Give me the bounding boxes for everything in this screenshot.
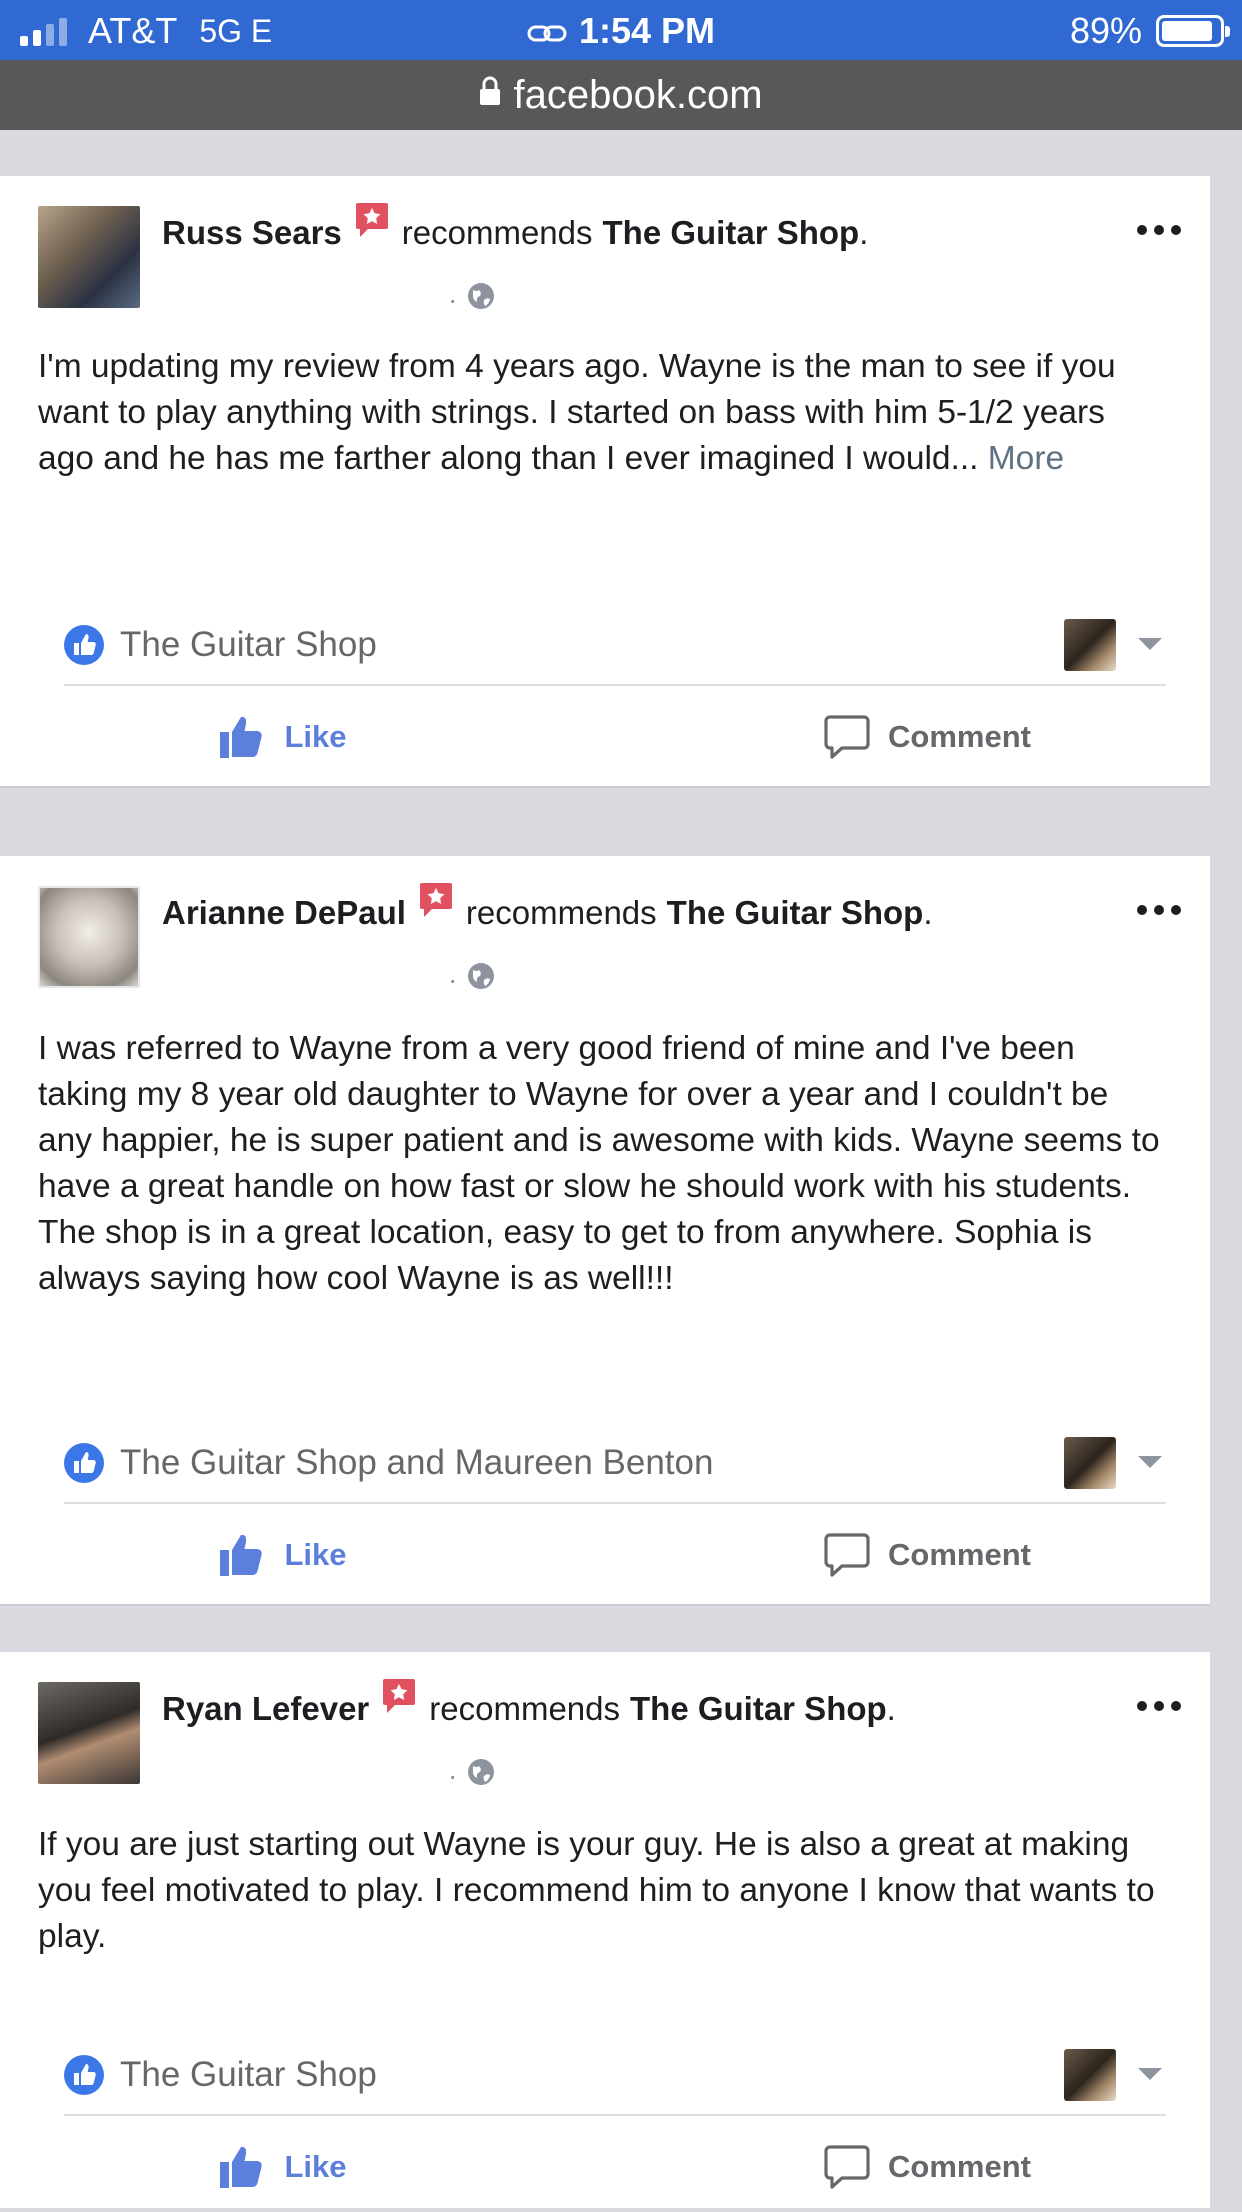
battery-icon bbox=[1156, 15, 1230, 47]
post-header: Ryan Lefever recommends The Guitar Shop. bbox=[162, 1679, 896, 1728]
like-reaction-icon bbox=[64, 2055, 104, 2095]
recommendation-post: Ryan Lefever recommends The Guitar Shop.… bbox=[0, 1652, 1210, 2208]
comment-button[interactable]: Comment bbox=[605, 2122, 1210, 2212]
like-label: Like bbox=[284, 719, 347, 754]
address-bar[interactable]: facebook.com bbox=[0, 60, 1242, 130]
feed-divider bbox=[0, 788, 1242, 856]
more-options-icon[interactable] bbox=[1134, 222, 1184, 238]
post-header: Arianne DePaul recommends The Guitar Sho… bbox=[162, 883, 933, 932]
acting-as-avatar[interactable] bbox=[1064, 619, 1116, 671]
lock-icon bbox=[479, 58, 501, 128]
reactions-bar[interactable]: The Guitar Shop bbox=[64, 606, 1166, 686]
post-audience: · bbox=[448, 282, 495, 317]
post-actions: Like Comment bbox=[0, 2122, 1210, 2212]
avatar[interactable] bbox=[38, 206, 140, 308]
reactions-summary: The Guitar Shop bbox=[120, 625, 377, 664]
avatar[interactable] bbox=[38, 886, 140, 988]
battery-percent: 89% bbox=[1069, 10, 1142, 51]
more-options-icon[interactable] bbox=[1134, 1698, 1184, 1714]
author-name[interactable]: Arianne DePaul bbox=[162, 894, 406, 932]
comment-bubble-icon bbox=[824, 715, 870, 759]
reactions-bar[interactable]: The Guitar Shop and Maureen Benton bbox=[64, 1424, 1166, 1504]
post-header-period: . bbox=[859, 214, 869, 251]
reactions-bar[interactable]: The Guitar Shop bbox=[64, 2036, 1166, 2116]
clock-time: 1:54 PM bbox=[578, 10, 716, 51]
post-body: I'm updating my review from 4 years ago.… bbox=[38, 344, 1164, 482]
comment-button[interactable]: Comment bbox=[605, 1510, 1210, 1600]
chevron-down-icon[interactable] bbox=[1138, 638, 1162, 652]
see-more-link[interactable]: More bbox=[988, 440, 1064, 477]
like-reaction-icon bbox=[64, 625, 104, 665]
thumbs-up-icon bbox=[220, 716, 263, 758]
acting-as-avatar[interactable] bbox=[1064, 2049, 1116, 2101]
post-header-period: . bbox=[923, 894, 933, 931]
comment-bubble-icon bbox=[824, 1533, 870, 1577]
like-label: Like bbox=[284, 2149, 347, 2184]
post-actions: Like Comment bbox=[0, 692, 1210, 782]
author-name[interactable]: Ryan Lefever bbox=[162, 1690, 369, 1728]
post-body: I was referred to Wayne from a very good… bbox=[38, 1026, 1164, 1302]
page-name[interactable]: The Guitar Shop bbox=[603, 214, 860, 252]
page-name[interactable]: The Guitar Shop bbox=[630, 1690, 887, 1728]
post-text: If you are just starting out Wayne is yo… bbox=[38, 1826, 1155, 1955]
thumbs-up-icon bbox=[220, 1534, 263, 1576]
recommendation-badge-icon bbox=[381, 1677, 417, 1713]
comment-label: Comment bbox=[888, 1537, 1031, 1572]
thumbs-up-icon bbox=[220, 2146, 263, 2188]
like-label: Like bbox=[284, 1537, 347, 1572]
post-text: I'm updating my review from 4 years ago.… bbox=[38, 348, 1116, 477]
comment-label: Comment bbox=[888, 719, 1031, 754]
like-button[interactable]: Like bbox=[0, 2122, 605, 2212]
post-body: If you are just starting out Wayne is yo… bbox=[38, 1822, 1164, 1960]
reactions-summary: The Guitar Shop bbox=[120, 2055, 377, 2094]
recommendation-badge-icon bbox=[418, 881, 454, 917]
reactions-summary: The Guitar Shop and Maureen Benton bbox=[120, 1443, 714, 1482]
like-reaction-icon bbox=[64, 1443, 104, 1483]
post-verb: recommends bbox=[401, 214, 593, 251]
comment-label: Comment bbox=[888, 2149, 1031, 2184]
recommendation-post: Russ Sears recommends The Guitar Shop. ·… bbox=[0, 176, 1210, 788]
feed-divider bbox=[0, 1606, 1242, 1652]
post-audience: · bbox=[448, 962, 495, 997]
more-options-icon[interactable] bbox=[1134, 902, 1184, 918]
post-header: Russ Sears recommends The Guitar Shop. bbox=[162, 203, 869, 252]
comment-bubble-icon bbox=[824, 2145, 870, 2189]
feed-divider bbox=[0, 130, 1242, 176]
post-text: I was referred to Wayne from a very good… bbox=[38, 1030, 1160, 1297]
url-domain: facebook.com bbox=[513, 73, 763, 117]
chevron-down-icon[interactable] bbox=[1138, 1456, 1162, 1470]
avatar[interactable] bbox=[38, 1682, 140, 1784]
page-name[interactable]: The Guitar Shop bbox=[667, 894, 924, 932]
like-button[interactable]: Like bbox=[0, 1510, 605, 1600]
recommendation-post: Arianne DePaul recommends The Guitar Sho… bbox=[0, 856, 1210, 1606]
post-verb: recommends bbox=[429, 1690, 620, 1727]
post-header-period: . bbox=[886, 1690, 896, 1727]
link-icon bbox=[527, 12, 567, 54]
globe-icon bbox=[467, 282, 495, 317]
globe-icon bbox=[467, 962, 495, 997]
status-bar: AT&T 5G E 1:54 PM 89% bbox=[0, 0, 1242, 60]
acting-as-avatar[interactable] bbox=[1064, 1437, 1116, 1489]
chevron-down-icon[interactable] bbox=[1138, 2068, 1162, 2082]
post-audience: · bbox=[448, 1758, 495, 1793]
recommendation-badge-icon bbox=[354, 201, 390, 237]
globe-icon bbox=[467, 1758, 495, 1793]
post-verb: recommends bbox=[465, 894, 657, 931]
comment-button[interactable]: Comment bbox=[605, 692, 1210, 782]
like-button[interactable]: Like bbox=[0, 692, 605, 782]
post-actions: Like Comment bbox=[0, 1510, 1210, 1600]
author-name[interactable]: Russ Sears bbox=[162, 214, 342, 252]
